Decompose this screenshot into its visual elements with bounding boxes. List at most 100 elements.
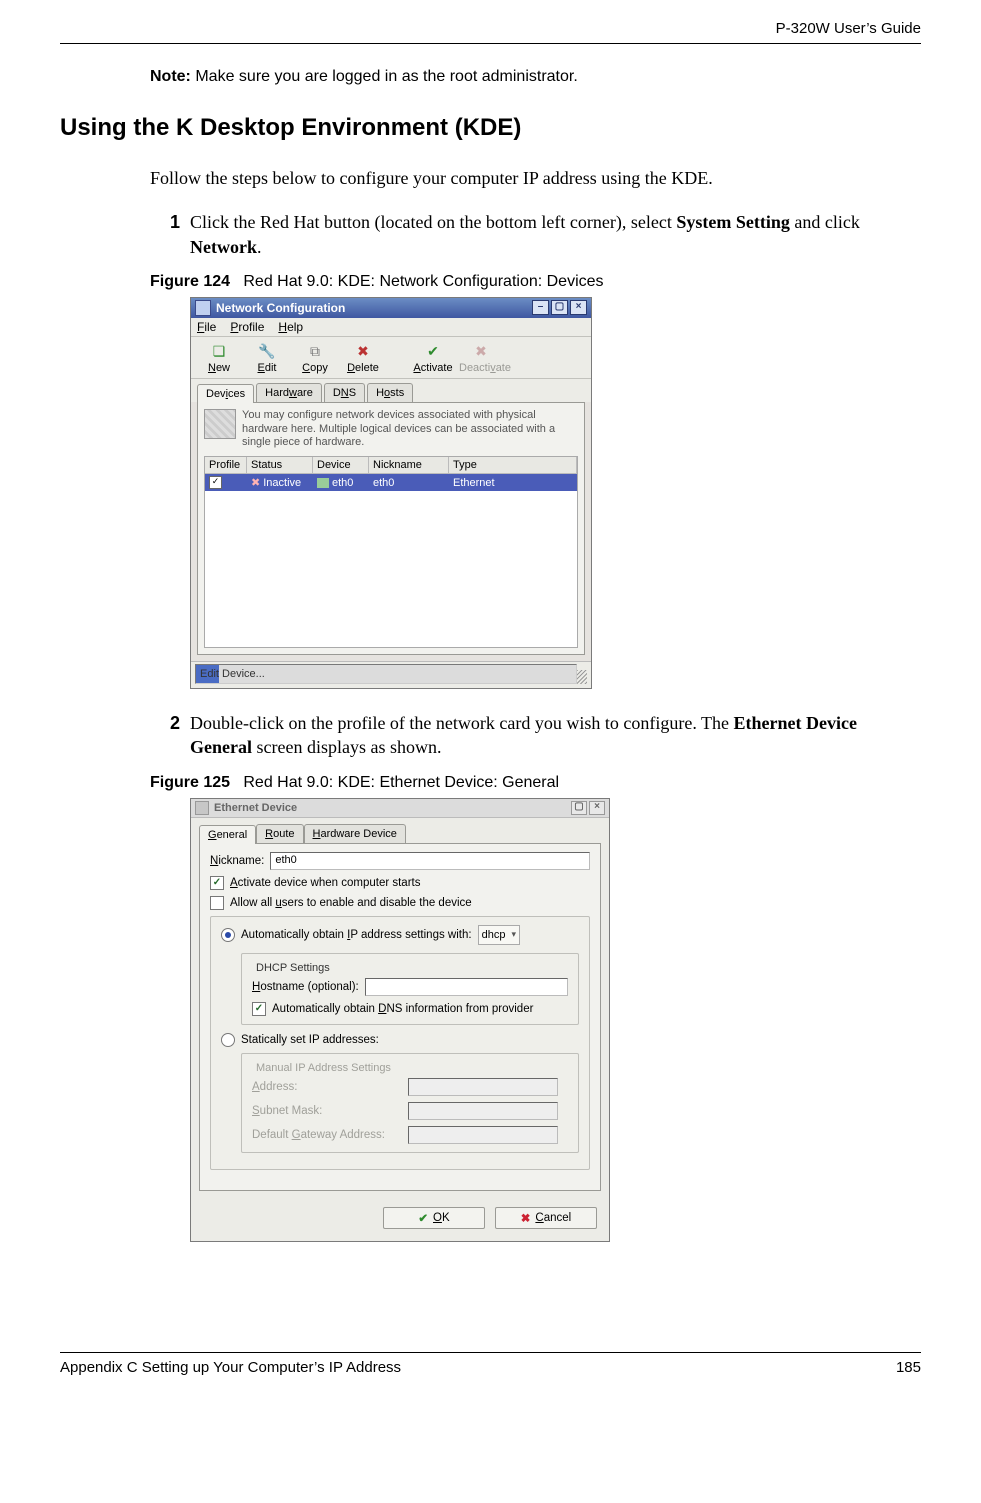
screenshot-network-configuration: Network Configuration – ▢ × File Profile… [190,297,592,689]
step-1-number: 1 [170,210,190,259]
col-device[interactable]: Device [313,457,369,474]
tab-route[interactable]: Route [256,824,303,843]
activate-row: ✓ Activate device when computer starts [210,876,590,890]
row-checkbox[interactable]: ✓ [209,476,222,489]
cancel-button[interactable]: ✖ Cancel [495,1207,597,1229]
toolbar-edit-button[interactable]: 🔧 Edit [245,341,289,374]
minimize-button[interactable]: – [532,300,549,315]
hostname-input[interactable] [365,978,568,996]
tab-hosts[interactable]: Hosts [367,383,413,402]
app-icon [195,801,209,815]
menu-profile[interactable]: Profile [230,320,264,334]
gateway-input [408,1126,558,1144]
new-icon: ❏ [208,343,230,361]
auto-ip-label: Automatically obtain IP address settings… [241,929,472,941]
network-devices-icon [204,409,236,439]
step-1-text: Click the Red Hat button (located on the… [190,210,901,259]
window-titlebar[interactable]: Ethernet Device ▢ × [191,799,609,818]
address-input [408,1078,558,1096]
app-icon [195,300,211,316]
table-row[interactable]: ✓ ✖Inactive eth0 eth0 Ethernet [205,474,577,491]
protocol-select[interactable]: dhcp▾ [478,925,520,945]
auto-dns-label: Automatically obtain DNS information fro… [272,1003,533,1015]
x-icon: ✖ [470,343,492,361]
tab-dns[interactable]: DNS [324,383,365,402]
general-panel: Nickname: eth0 ✓ Activate device when co… [199,843,601,1191]
step-2-text: Double-click on the profile of the netwo… [190,711,901,760]
allow-users-label: Allow all users to enable and disable th… [230,897,472,909]
nic-icon [317,478,329,488]
devices-panel: You may configure network devices associ… [197,402,585,655]
toolbar: ❏ New 🔧 Edit ⧉ Copy ✖ Delete ✔ Activate … [191,337,591,379]
auto-ip-radio[interactable] [221,928,235,942]
toolbar-delete-button[interactable]: ✖ Delete [341,341,385,374]
note-line: Note: Make sure you are logged in as the… [150,68,921,86]
header-rule [60,43,921,44]
close-button[interactable]: × [570,300,587,315]
menubar: File Profile Help [191,318,591,337]
page-footer: Appendix C Setting up Your Computer’s IP… [60,1352,921,1376]
screenshot-ethernet-device: Ethernet Device ▢ × General Route Hardwa… [190,798,610,1242]
manual-ip-group: Manual IP Address Settings Address: Subn… [241,1053,579,1153]
status-text: Edit Device... [195,664,577,684]
maximize-button[interactable]: ▢ [551,300,568,315]
x-icon: ✖ [521,1211,531,1225]
subnet-input [408,1102,558,1120]
tab-hardware-device[interactable]: Hardware Device [304,824,406,843]
step-1: 1 Click the Red Hat button (located on t… [170,210,901,259]
static-ip-radio[interactable] [221,1033,235,1047]
ok-button[interactable]: ✔ OK [383,1207,485,1229]
auto-dns-checkbox[interactable]: ✓ [252,1002,266,1016]
table-header: Profile Status Device Nickname Type [205,457,577,474]
nickname-row: Nickname: eth0 [210,852,590,870]
footer-left: Appendix C Setting up Your Computer’s IP… [60,1359,401,1376]
activate-label: Activate device when computer starts [230,877,420,889]
col-profile[interactable]: Profile [205,457,247,474]
subnet-label: Subnet Mask: [252,1105,402,1117]
devices-table: Profile Status Device Nickname Type ✓ ✖I… [204,456,578,648]
header-doc-title: P-320W User’s Guide [60,20,921,43]
toolbar-deactivate-button: ✖ Deactivate [459,341,503,374]
wrench-icon: 🔧 [256,343,278,361]
menu-help[interactable]: Help [278,320,303,334]
check-icon: ✔ [422,343,444,361]
allow-users-row: Allow all users to enable and disable th… [210,896,590,910]
menu-file[interactable]: File [197,320,216,334]
address-label: Address: [252,1081,402,1093]
close-button[interactable]: × [589,801,605,815]
col-nickname[interactable]: Nickname [369,457,449,474]
auto-ip-group: Automatically obtain IP address settings… [210,916,590,1170]
panel-description: You may configure network devices associ… [204,409,578,450]
col-status[interactable]: Status [247,457,313,474]
tab-general[interactable]: General [199,825,256,844]
dhcp-legend: DHCP Settings [252,962,334,974]
manual-ip-legend: Manual IP Address Settings [252,1062,395,1074]
tabs: General Route Hardware Device [191,818,609,843]
step-2-number: 2 [170,711,190,760]
col-type[interactable]: Type [449,457,577,474]
tab-devices[interactable]: Devices [197,384,254,403]
hostname-label: Hostname (optional): [252,981,359,993]
nickname-input[interactable]: eth0 [270,852,590,870]
step-2: 2 Double-click on the profile of the net… [170,711,901,760]
note-label: Note: [150,68,191,85]
gateway-label: Default Gateway Address: [252,1129,402,1141]
delete-icon: ✖ [352,343,374,361]
activate-checkbox[interactable]: ✓ [210,876,224,890]
allow-users-checkbox[interactable] [210,896,224,910]
window-title: Network Configuration [216,301,530,315]
resize-grip-icon[interactable] [577,670,587,684]
toolbar-copy-button[interactable]: ⧉ Copy [293,341,337,374]
statusbar: Edit Device... [191,661,591,688]
toolbar-new-button[interactable]: ❏ New [197,341,241,374]
intro-paragraph: Follow the steps below to configure your… [150,166,921,190]
tab-hardware[interactable]: Hardware [256,383,322,402]
static-ip-label: Statically set IP addresses: [241,1034,379,1046]
chevron-down-icon: ▾ [511,929,516,940]
nickname-label: Nickname: [210,855,264,867]
toolbar-activate-button[interactable]: ✔ Activate [411,341,455,374]
maximize-button[interactable]: ▢ [571,801,587,815]
tabs: Devices Hardware DNS Hosts [191,379,591,402]
window-titlebar[interactable]: Network Configuration – ▢ × [191,298,591,318]
status-x-icon: ✖ [251,476,260,489]
